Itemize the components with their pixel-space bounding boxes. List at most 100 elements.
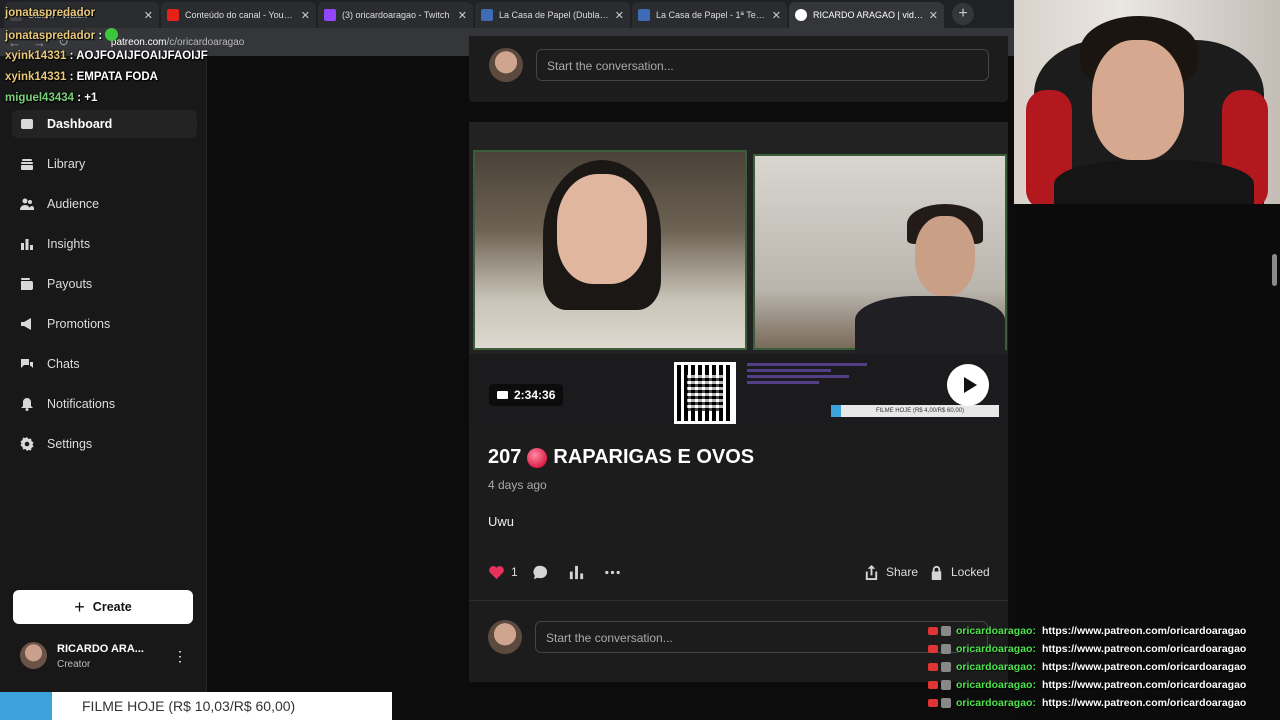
browser-tab[interactable]: La Casa de Papel (Dublado / Le ✕ xyxy=(475,2,630,28)
browser-tab[interactable]: La Casa de Papel - 1ª Temporad ✕ xyxy=(632,2,787,28)
sidebar-item-promotions[interactable]: Promotions xyxy=(12,310,197,338)
browser-tab[interactable]: (3) oricardoaragao - Twitch ✕ xyxy=(318,2,473,28)
tab-title: Conteúdo do canal - YouTube S xyxy=(185,10,297,20)
chat-message: xyink14331 : EMPATA FODA xyxy=(5,71,158,83)
sidebar-item-label: Promotions xyxy=(47,317,111,331)
sidebar-item-insights[interactable]: Insights xyxy=(12,230,197,258)
browser-tab[interactable]: Conteúdo do canal - YouTube S ✕ xyxy=(161,2,316,28)
post-title[interactable]: 207 RAPARIGAS E OVOS xyxy=(488,446,754,469)
video-camera-icon xyxy=(497,391,508,399)
post-actions: 1 Share Locked xyxy=(488,560,990,584)
url-domain: patreon.com xyxy=(110,36,167,48)
goal-text: FILME HOJE (R$ 10,03/R$ 60,00) xyxy=(82,698,296,714)
feed-user: oricardoaragao: xyxy=(956,679,1036,691)
main-content: Start the conversation... FILME HOJE (R$… xyxy=(207,36,1014,720)
profile-menu[interactable]: RICARDO ARA... Creator ⋮ xyxy=(20,642,195,672)
sidebar-item-chats[interactable]: Chats xyxy=(12,350,197,378)
locked-status: Locked xyxy=(928,560,990,584)
profile-name: RICARDO ARA... xyxy=(57,643,144,655)
sidebar-item-label: Payouts xyxy=(47,277,93,291)
close-icon[interactable]: ✕ xyxy=(301,9,310,22)
url-path: /c/oricardoaragao xyxy=(166,36,245,48)
red-circle-icon xyxy=(527,447,548,468)
more-horizontal-icon xyxy=(605,570,620,574)
post-date: 4 days ago xyxy=(488,478,547,492)
close-icon[interactable]: ✕ xyxy=(458,9,467,22)
browser-tabbar: Steam - Watch ✕ Conteúdo do canal - YouTu… xyxy=(0,0,1014,28)
chat-message: xyink14331 : AOJFOAIJFOAIJFAOIJF xyxy=(5,50,208,62)
badge-icon xyxy=(941,698,951,708)
close-icon[interactable]: ✕ xyxy=(144,9,153,22)
sidebar-item-dashboard[interactable]: Dashboard xyxy=(12,110,197,138)
tab-title: La Casa de Papel (Dublado / Le xyxy=(499,10,611,20)
share-icon xyxy=(865,564,878,580)
payouts-icon xyxy=(20,277,34,291)
comment-button[interactable] xyxy=(532,560,549,584)
link-feed: oricardoaragao: https://www.patreon.com/o… xyxy=(928,622,1268,712)
feed-line: oricardoaragao: https://www.patreon.com/o… xyxy=(928,694,1268,712)
feed-line: oricardoaragao: https://www.patreon.com/o… xyxy=(928,640,1268,658)
badge-icon xyxy=(941,680,951,690)
comment-input[interactable]: Start the conversation... xyxy=(536,49,989,81)
feed-link: https://www.patreon.com/oricardoaragao xyxy=(1041,625,1247,637)
screen: Steam - Watch ✕ Conteúdo do canal - YouTu… xyxy=(0,0,1280,720)
feed-link: https://www.patreon.com/oricardoaragao xyxy=(1041,679,1247,691)
close-icon[interactable]: ✕ xyxy=(929,9,938,22)
sidebar-item-notifications[interactable]: Notifications xyxy=(12,390,197,418)
sidebar: Dashboard Library Audience Insights Payo… xyxy=(0,56,207,720)
chat-message: jonataspredador xyxy=(5,7,95,19)
chat-text: : EMPATA FODA xyxy=(69,71,158,83)
broadcaster-badge-icon xyxy=(928,681,938,689)
close-icon[interactable]: ✕ xyxy=(615,9,624,22)
post-title-text: RAPARIGAS E OVOS xyxy=(553,446,755,468)
body-shape xyxy=(855,296,1005,356)
dashboard-icon xyxy=(20,117,34,131)
sidebar-item-payouts[interactable]: Payouts xyxy=(12,270,197,298)
broadcaster-badge-icon xyxy=(928,699,938,707)
feed-link: https://www.patreon.com/oricardoaragao xyxy=(1041,697,1247,709)
new-tab-button[interactable]: + xyxy=(952,3,974,25)
lock-icon xyxy=(931,565,942,580)
duration-badge: 2:34:36 xyxy=(489,384,564,406)
post-card: FILME HOJE (R$ 4,00/R$ 60,00) 2:34:36 20… xyxy=(469,122,1008,682)
chat-text: : +1 xyxy=(77,92,98,104)
streamer-webcam xyxy=(1014,0,1280,204)
chat-message: jonataspredador : xyxy=(5,28,119,42)
close-icon[interactable]: ✕ xyxy=(772,9,781,22)
chat-text: : xyxy=(98,30,103,42)
sidebar-item-settings[interactable]: Settings xyxy=(12,430,197,458)
page-icon xyxy=(638,9,650,21)
divider xyxy=(469,600,1008,601)
tab-title: La Casa de Papel - 1ª Temporad xyxy=(656,10,768,20)
comment-input[interactable]: Start the conversation... xyxy=(535,621,988,653)
play-button[interactable] xyxy=(947,364,989,406)
sidebar-item-label: Settings xyxy=(47,437,93,451)
create-button[interactable]: + Create xyxy=(13,590,193,624)
previous-post-card: Start the conversation... xyxy=(469,36,1008,102)
share-button[interactable]: Share xyxy=(863,560,918,584)
donation-ticker: FILME HOJE (R$ 4,00/R$ 60,00) xyxy=(831,405,999,417)
scrollbar[interactable] xyxy=(1272,254,1277,286)
sidebar-item-audience[interactable]: Audience xyxy=(12,190,197,218)
bar-chart-icon xyxy=(569,565,584,579)
insights-button[interactable] xyxy=(568,560,585,584)
comment-icon xyxy=(533,565,548,579)
browser-tab-active[interactable]: RICARDO ARAGAO | videos de ✕ xyxy=(789,2,944,28)
tab-title: (3) oricardoaragao - Twitch xyxy=(342,10,450,20)
qr-code xyxy=(674,362,736,424)
webcam-host xyxy=(753,154,1007,356)
duration-text: 2:34:36 xyxy=(514,388,556,402)
more-button[interactable] xyxy=(604,560,621,584)
webcam-guest xyxy=(473,150,747,350)
sidebar-item-label: Library xyxy=(47,157,86,171)
audience-icon xyxy=(20,197,34,211)
like-button[interactable]: 1 xyxy=(488,560,518,584)
gear-icon xyxy=(20,437,34,451)
chat-user: xyink14331 xyxy=(5,50,67,62)
video-thumbnail[interactable]: FILME HOJE (R$ 4,00/R$ 60,00) 2:34:36 xyxy=(469,122,1008,426)
url-field[interactable]: patreon.com/c/oricardoaragao xyxy=(111,37,244,48)
more-vertical-icon[interactable]: ⋮ xyxy=(173,648,187,665)
share-label: Share xyxy=(886,565,919,579)
feed-user: oricardoaragao: xyxy=(956,625,1036,637)
sidebar-item-library[interactable]: Library xyxy=(12,150,197,178)
